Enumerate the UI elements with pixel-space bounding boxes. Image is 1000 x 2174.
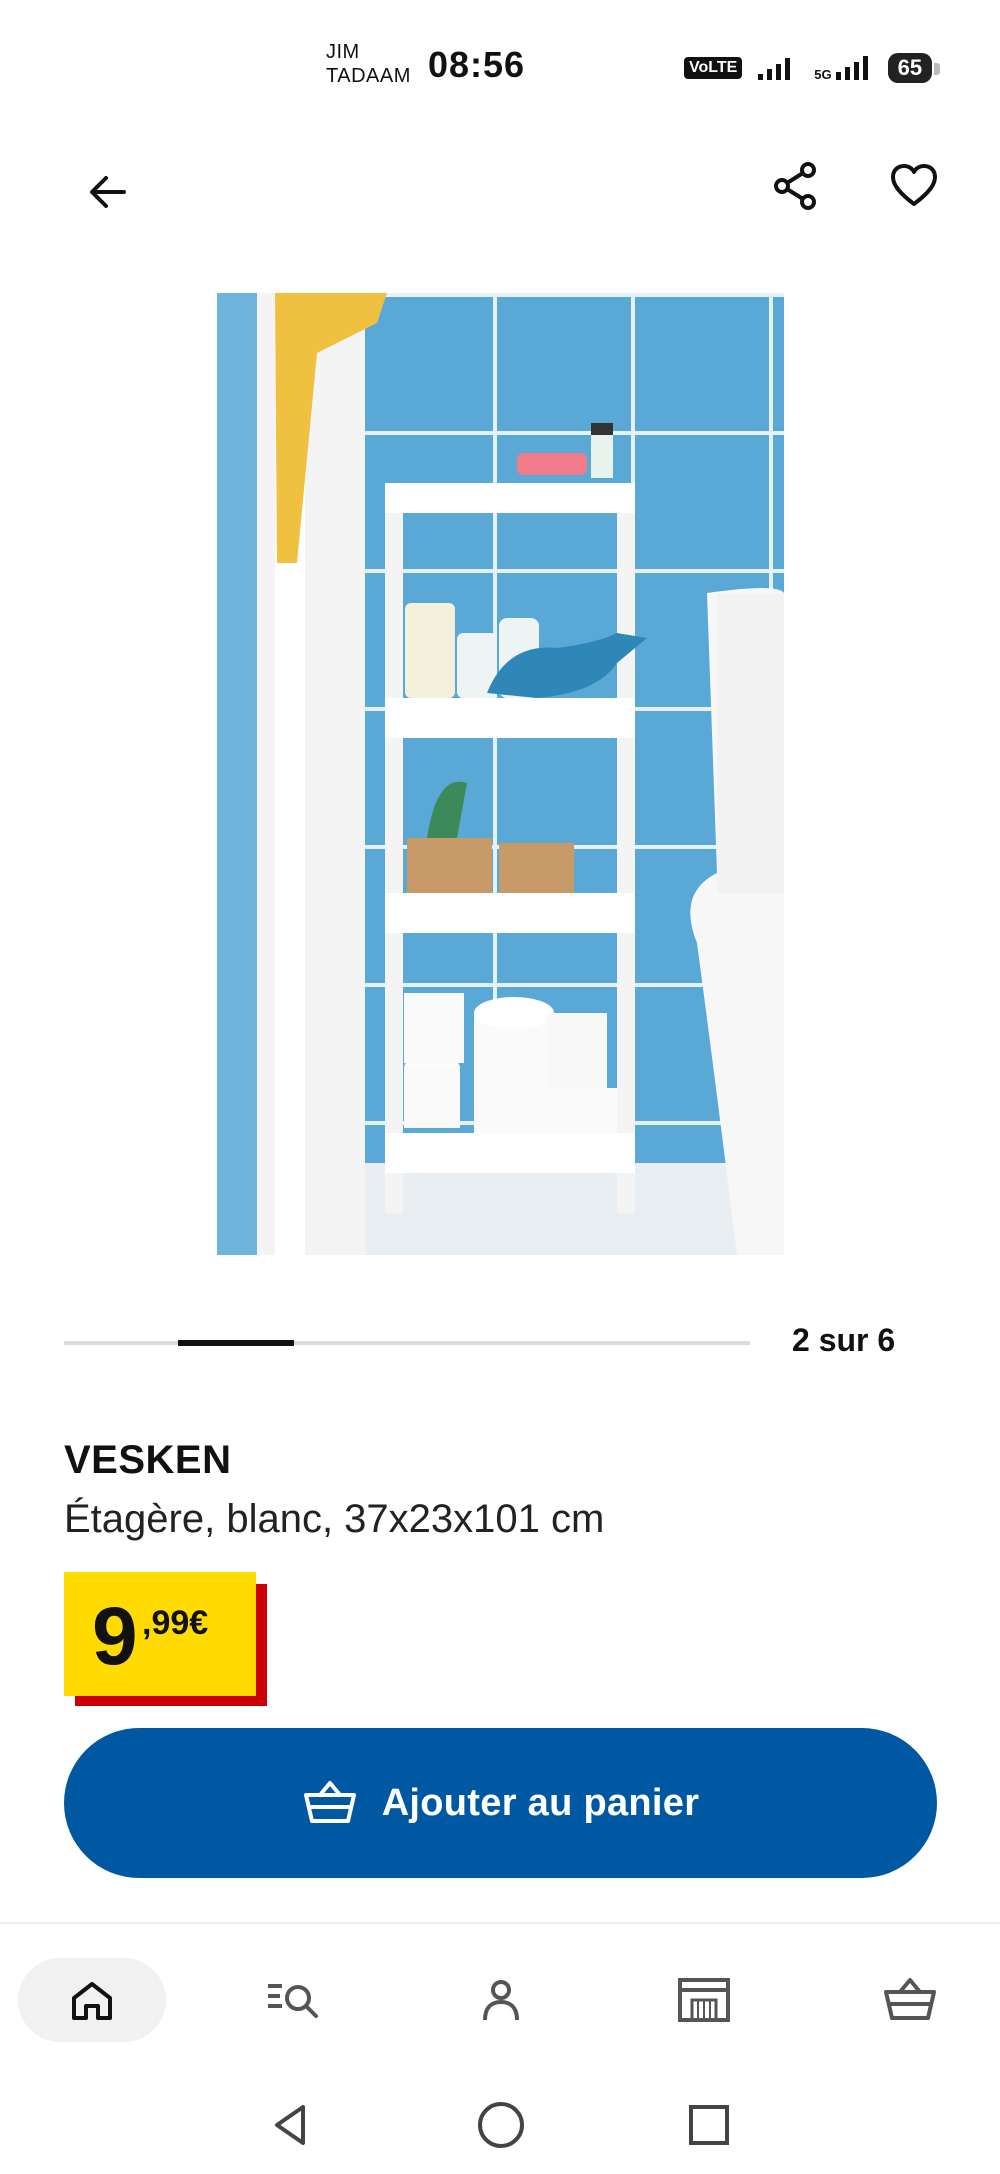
volte-badge: VoLTE: [684, 57, 743, 79]
nav-search[interactable]: [229, 1958, 359, 2042]
arrow-left-icon: [90, 176, 126, 208]
clock: 08:56: [428, 44, 526, 85]
carousel-page-indicator: 2 sur 6: [792, 1322, 896, 1358]
circle-home-icon: [478, 2102, 524, 2148]
price-decimal: ,99€: [142, 1604, 209, 1642]
back-button[interactable]: [76, 160, 140, 224]
nav-home[interactable]: [18, 1958, 166, 2042]
add-to-cart-label: Ajouter au panier: [381, 1781, 700, 1824]
network-type: 5G: [814, 67, 832, 82]
share-button[interactable]: [764, 154, 828, 218]
signal-icon: [758, 58, 791, 80]
carrier-line-2: TADAAM: [326, 65, 411, 87]
basket-icon: [303, 1781, 356, 1823]
signal-5g-icon: [835, 56, 868, 80]
status-bar: JIM TADAAM 08:56 VoLTE 5G 65: [0, 0, 1000, 120]
basket-icon: [884, 1978, 936, 2020]
square-recents-icon: [689, 2105, 729, 2145]
product-description: Étagère, blanc, 37x23x101 cm: [64, 1497, 605, 1541]
product-image[interactable]: [217, 293, 784, 1255]
battery-indicator: 65: [887, 53, 941, 83]
product-photo: [217, 293, 784, 1255]
carrier-name: JIM TADAAM: [326, 40, 411, 88]
nav-store[interactable]: [639, 1958, 769, 2042]
store-icon: [678, 1978, 730, 2022]
system-home-button[interactable]: [466, 2090, 536, 2160]
favorite-button[interactable]: [882, 154, 946, 218]
search-list-icon: [268, 1984, 318, 2018]
carrier-line-1: JIM: [326, 41, 360, 63]
add-to-cart-button[interactable]: Ajouter au panier: [64, 1728, 937, 1878]
home-icon: [72, 1982, 112, 2020]
heart-icon: [891, 164, 937, 206]
signal-5g: 5G: [814, 54, 873, 82]
carousel-progress-indicator: [178, 1340, 294, 1346]
status-icons: VoLTE 5G 65: [684, 48, 941, 88]
profile-icon: [483, 1980, 519, 2021]
system-recents-button[interactable]: [674, 2090, 744, 2160]
triangle-back-icon: [275, 2105, 305, 2145]
nav-profile[interactable]: [436, 1958, 566, 2042]
nav-basket[interactable]: [845, 1958, 975, 2042]
system-back-button[interactable]: [256, 2090, 326, 2160]
price-integer: 9: [92, 1591, 138, 1682]
carousel-progress-track: [64, 1341, 750, 1345]
bottom-nav-divider: [0, 1922, 1000, 1924]
product-name[interactable]: VESKEN: [64, 1438, 232, 1483]
share-icon: [774, 162, 816, 210]
